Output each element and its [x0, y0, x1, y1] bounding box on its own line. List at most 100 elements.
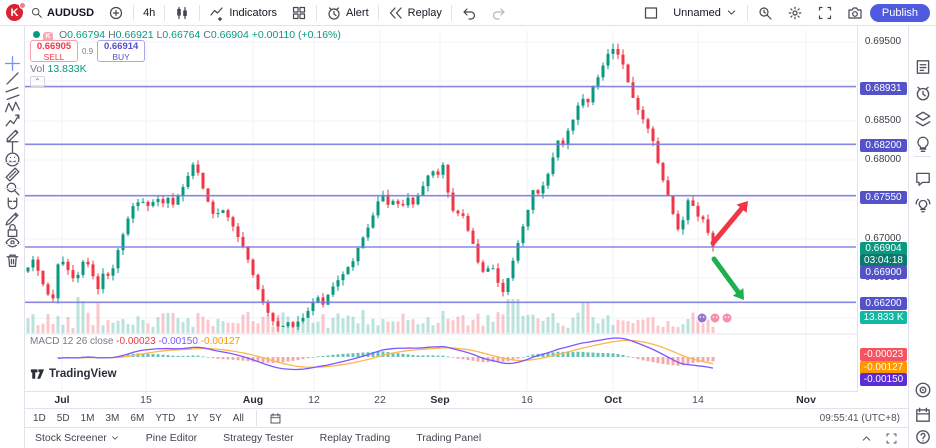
timeframe-1m[interactable]: 1M [81, 413, 95, 424]
undo-button[interactable] [454, 3, 484, 23]
search-icon [30, 6, 43, 19]
plus-icon [108, 5, 124, 21]
ideas-icon[interactable] [914, 135, 932, 153]
bottom-tab-stock-screener[interactable]: Stock Screener [35, 432, 120, 444]
chart-style-button[interactable] [167, 3, 197, 23]
top-toolbar: K AUDUSD 4h Indicators Alert Replay Unna… [0, 0, 936, 26]
axis-label: 0.69500 [864, 36, 902, 47]
bottom-tab-trading-panel[interactable]: Trading Panel [416, 432, 481, 444]
divider [746, 4, 748, 21]
level-badge: 0.66900 [860, 266, 907, 279]
divider [4, 188, 21, 189]
indicators-button[interactable]: Indicators [202, 3, 284, 23]
bottom-toolbar: Stock Screener Pine Editor Strategy Tester… [25, 427, 908, 448]
bottom-tab-pine-editor[interactable]: Pine Editor [146, 432, 197, 444]
calendar-icon[interactable] [914, 406, 932, 424]
timeframe-3m[interactable]: 3M [106, 413, 120, 424]
macd-value: -0.00150 [158, 336, 198, 347]
timeframe-all[interactable]: All [233, 413, 244, 424]
divider [4, 244, 21, 245]
panel-maximize-icon[interactable] [885, 432, 898, 445]
timeframe-1d[interactable]: 1D [33, 413, 46, 424]
tv-mark [30, 369, 45, 379]
broker-logo[interactable]: K [6, 2, 26, 21]
ohlc-value: 0.66764 [162, 29, 201, 41]
volume-legend[interactable]: Vol 13.833K [30, 63, 87, 75]
axis-label: 0.68000 [864, 154, 902, 165]
timeframe-6m[interactable]: 6M [130, 413, 144, 424]
sell-button[interactable]: 0.66905 SELL [30, 40, 78, 62]
axis-label: 0.68500 [864, 115, 902, 126]
candles-icon [174, 5, 190, 21]
settings-button[interactable] [780, 3, 810, 23]
level-badge: 0.67550 [860, 190, 907, 204]
bottom-tab-strategy-tester[interactable]: Strategy Tester [223, 432, 293, 444]
right-sidebar [908, 26, 936, 448]
chevron-down-icon [725, 6, 738, 19]
date-label: 12 [308, 394, 320, 406]
fullscreen-button[interactable] [810, 3, 840, 23]
tradingview-logo[interactable]: TradingView [30, 368, 117, 380]
replay-button[interactable]: Replay [381, 3, 449, 23]
legend-collapse-button[interactable]: ⌃ [30, 76, 45, 87]
compare-button[interactable] [101, 3, 131, 23]
redo-icon [491, 5, 507, 21]
publish-button[interactable]: Publish [869, 3, 930, 22]
date-label: 15 [140, 394, 152, 406]
replay-icon [388, 5, 404, 21]
chat-icon[interactable] [914, 170, 932, 188]
date-label: Aug [242, 394, 264, 406]
macd-badge: -0.00023 [860, 348, 907, 361]
divider [133, 4, 135, 21]
gear-icon [787, 5, 803, 21]
panel-expand-icon[interactable] [860, 432, 873, 445]
alert-button[interactable]: Alert [319, 3, 376, 23]
notification-dot [19, 2, 26, 9]
trade-buttons: 0.66905 SELL 0.9 0.66914 BUY [30, 40, 146, 62]
date-axis[interactable]: Jul 15 Aug 12 22 Sep 16 Oct 14 Nov [25, 392, 908, 408]
divider [255, 410, 257, 426]
timeframe-ytd[interactable]: YTD [155, 413, 175, 424]
timeframe-5d[interactable]: 5D [57, 413, 70, 424]
timeframe-1y[interactable]: 1Y [186, 413, 198, 424]
timeframe-5y[interactable]: 5Y [210, 413, 222, 424]
quick-search-button[interactable] [750, 3, 780, 23]
divider [164, 4, 166, 21]
remove-tool-icon[interactable] [4, 252, 21, 269]
object-tree-icon[interactable] [914, 381, 932, 399]
alerts-icon[interactable] [914, 84, 932, 102]
spread-value: 0.9 [82, 46, 94, 56]
macd-value: -0.00127 [200, 336, 241, 347]
date-label: 14 [692, 394, 704, 406]
divider [4, 162, 21, 163]
divider [316, 4, 318, 21]
ohlc-value: 0.66904 [210, 29, 249, 41]
hide-tool-icon[interactable] [4, 234, 21, 251]
indicators-icon [209, 5, 225, 21]
interval-button[interactable]: 4h [136, 3, 162, 23]
layers-icon[interactable] [914, 110, 932, 128]
price-axis[interactable]: 0.695000.685000.680000.670000.665000.689… [857, 26, 908, 392]
divider [377, 4, 379, 21]
bottom-tab-replay-trading[interactable]: Replay Trading [320, 432, 391, 444]
divider [450, 4, 452, 21]
macd-legend[interactable]: MACD 12 26 close -0.00023 -0.00150 -0.00… [30, 336, 240, 347]
brand-name: TradingView [49, 368, 117, 380]
date-label: Jul [54, 394, 70, 406]
clock[interactable]: 09:55:41 (UTC+8) [820, 413, 900, 424]
search-clock-icon [757, 5, 773, 21]
divider [914, 156, 931, 157]
watchlist-icon[interactable] [914, 58, 932, 76]
level-badge: 0.68931 [860, 81, 907, 95]
indicator-templates-button[interactable] [284, 3, 314, 23]
symbol-search[interactable]: AUDUSD [23, 3, 101, 23]
streams-icon[interactable] [914, 196, 932, 214]
layout-button[interactable] [636, 3, 666, 23]
redo-button[interactable] [484, 3, 514, 23]
snapshot-button[interactable] [840, 3, 870, 23]
date-label: 22 [374, 394, 386, 406]
help-icon[interactable] [914, 428, 932, 446]
layout-name[interactable]: Unnamed [666, 3, 745, 23]
go-to-date-icon[interactable] [269, 412, 282, 425]
buy-button[interactable]: 0.66914 BUY [97, 40, 146, 62]
